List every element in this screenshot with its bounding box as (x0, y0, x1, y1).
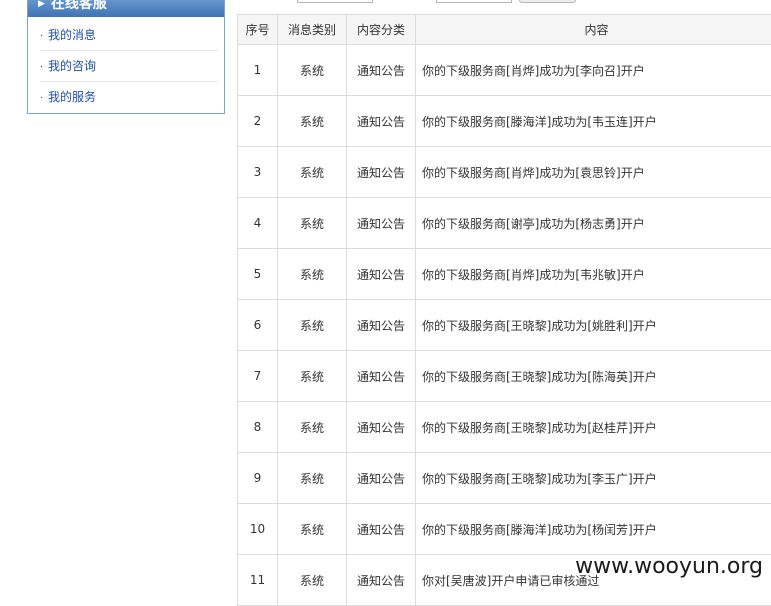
cell-content: 你的下级服务商[肖烨]成功为[韦兆敏]开户 (416, 249, 771, 300)
cell-content: 你的下级服务商[滕海洋]成功为[韦玉连]开户 (416, 96, 771, 147)
cell-number: 4 (238, 198, 278, 249)
cell-content: 你的下级服务商[滕海洋]成功为[杨闰芳]开户 (416, 504, 771, 555)
table-row: 1系统通知公告你的下级服务商[肖烨]成功为[李向召]开户 (238, 45, 771, 96)
cell-message-type: 系统 (278, 504, 347, 555)
sidebar-item-label: 我的消息 (48, 28, 96, 42)
cell-message-type: 系统 (278, 300, 347, 351)
table-row: 10系统通知公告你的下级服务商[滕海洋]成功为[杨闰芳]开户 (238, 504, 771, 555)
cell-content-category: 通知公告 (347, 96, 416, 147)
cell-content-category: 通知公告 (347, 147, 416, 198)
cell-content: 你的下级服务商[肖烨]成功为[李向召]开户 (416, 45, 771, 96)
sidebar-item-services[interactable]: ·我的服务 (40, 82, 218, 112)
table-row: 7系统通知公告你的下级服务商[王晓黎]成功为[陈海英]开户 (238, 351, 771, 402)
cell-number: 3 (238, 147, 278, 198)
cell-content-category: 通知公告 (347, 555, 416, 606)
table-row: 8系统通知公告你的下级服务商[王晓黎]成功为[赵桂芹]开户 (238, 402, 771, 453)
cell-number: 10 (238, 504, 278, 555)
cell-content: 你的下级服务商[王晓黎]成功为[姚胜利]开户 (416, 300, 771, 351)
cell-message-type: 系统 (278, 249, 347, 300)
sidebar-title: 在线客服 (51, 0, 107, 11)
cell-content: 你的下级服务商[王晓黎]成功为[陈海英]开户 (416, 351, 771, 402)
sidebar-item-consultations[interactable]: ·我的咨询 (40, 51, 218, 82)
cell-number: 6 (238, 300, 278, 351)
search-input-2[interactable] (436, 0, 512, 3)
table-header-row: 序号 消息类别 内容分类 内容 (238, 15, 771, 45)
cell-message-type: 系统 (278, 198, 347, 249)
sidebar-item-label: 我的咨询 (48, 59, 96, 73)
table-row: 2系统通知公告你的下级服务商[滕海洋]成功为[韦玉连]开户 (238, 96, 771, 147)
table-row: 3系统通知公告你的下级服务商[肖烨]成功为[袁思铃]开户 (238, 147, 771, 198)
header-message-type: 消息类别 (278, 15, 347, 45)
cell-content-category: 通知公告 (347, 402, 416, 453)
cell-content-category: 通知公告 (347, 45, 416, 96)
cell-content-category: 通知公告 (347, 198, 416, 249)
arrow-right-icon: ▶ (38, 0, 45, 9)
cell-message-type: 系统 (278, 45, 347, 96)
cell-number: 8 (238, 402, 278, 453)
cell-message-type: 系统 (278, 96, 347, 147)
cell-message-type: 系统 (278, 453, 347, 504)
cell-message-type: 系统 (278, 555, 347, 606)
cell-number: 1 (238, 45, 278, 96)
sidebar-header: ▶ 在线客服 (28, 0, 224, 17)
cell-number: 5 (238, 249, 278, 300)
cell-number: 11 (238, 555, 278, 606)
sidebar-item-label: 我的服务 (48, 90, 96, 104)
cell-number: 7 (238, 351, 278, 402)
cell-content-category: 通知公告 (347, 351, 416, 402)
cell-content-category: 通知公告 (347, 300, 416, 351)
sidebar-list: ·我的消息 ·我的咨询 ·我的服务 (28, 20, 224, 112)
cell-number: 2 (238, 96, 278, 147)
message-table: 序号 消息类别 内容分类 内容 1系统通知公告你的下级服务商[肖烨]成功为[李向… (237, 14, 771, 606)
bullet-icon: · (40, 22, 48, 52)
search-input-1[interactable] (297, 0, 373, 3)
cell-message-type: 系统 (278, 402, 347, 453)
search-button[interactable] (519, 0, 576, 3)
table-row: 9系统通知公告你的下级服务商[王晓黎]成功为[李玉广]开户 (238, 453, 771, 504)
sidebar-panel: ▶在线客服 ·我的消息 ·我的咨询 ·我的服务 (27, 0, 225, 114)
cell-number: 9 (238, 453, 278, 504)
cell-content: 你的下级服务商[肖烨]成功为[袁思铃]开户 (416, 147, 771, 198)
cell-content-category: 通知公告 (347, 504, 416, 555)
cell-content-category: 通知公告 (347, 249, 416, 300)
sidebar-item-messages[interactable]: ·我的消息 (40, 20, 218, 51)
table-row: 4系统通知公告你的下级服务商[谢亭]成功为[杨志勇]开户 (238, 198, 771, 249)
cell-content: 你的下级服务商[谢亭]成功为[杨志勇]开户 (416, 198, 771, 249)
header-content: 内容 (416, 15, 771, 45)
cell-content: 你的下级服务商[王晓黎]成功为[李玉广]开户 (416, 453, 771, 504)
table-row: 5系统通知公告你的下级服务商[肖烨]成功为[韦兆敏]开户 (238, 249, 771, 300)
cell-message-type: 系统 (278, 351, 347, 402)
cell-content: 你的下级服务商[王晓黎]成功为[赵桂芹]开户 (416, 402, 771, 453)
bullet-icon: · (40, 84, 48, 114)
cell-content-category: 通知公告 (347, 453, 416, 504)
table-row: 6系统通知公告你的下级服务商[王晓黎]成功为[姚胜利]开户 (238, 300, 771, 351)
header-content-category: 内容分类 (347, 15, 416, 45)
bullet-icon: · (40, 53, 48, 83)
watermark: www.wooyun.org (575, 554, 763, 579)
table-body: 1系统通知公告你的下级服务商[肖烨]成功为[李向召]开户2系统通知公告你的下级服… (238, 45, 771, 606)
cell-message-type: 系统 (278, 147, 347, 198)
header-number: 序号 (238, 15, 278, 45)
